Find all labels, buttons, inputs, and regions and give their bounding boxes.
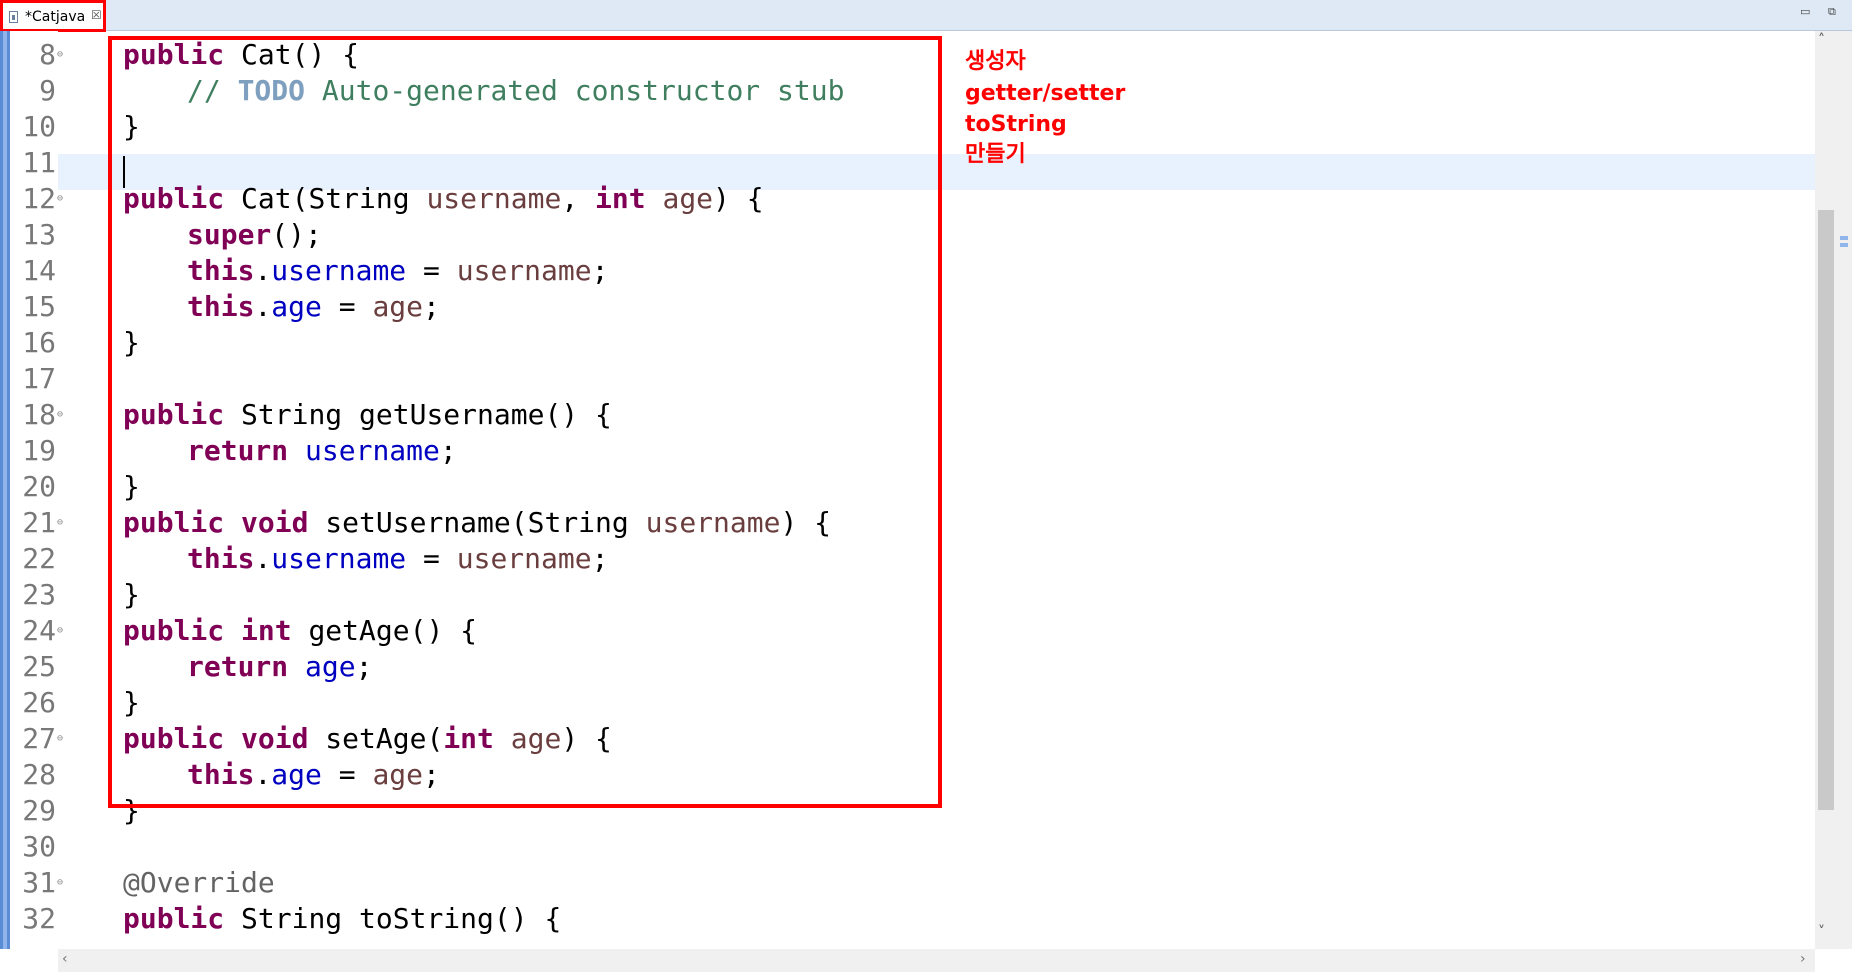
line-number: 25: [22, 650, 56, 683]
vertical-scroll-thumb[interactable]: [1818, 210, 1834, 810]
annotation-note: toString: [965, 112, 1067, 137]
line-number: 24: [22, 614, 56, 647]
line-number: 23: [22, 578, 56, 611]
line-number: 12: [22, 182, 56, 215]
line-number: 15: [22, 290, 56, 323]
line-number: 16: [22, 326, 56, 359]
line-number: 14: [22, 254, 56, 287]
line-number: 29: [22, 794, 56, 827]
line-number-gutter: 8 9 10 11 12 13 14 15 16 17 18 19 20 21 …: [10, 31, 63, 949]
line-number: 18: [22, 398, 56, 431]
scroll-up-icon[interactable]: ˄: [1818, 32, 1825, 48]
line-number: 11: [22, 146, 56, 179]
overview-marker[interactable]: [1840, 236, 1848, 240]
line-number: 30: [22, 830, 56, 863]
line-number: 20: [22, 470, 56, 503]
line-number: 26: [22, 686, 56, 719]
line-number: 22: [22, 542, 56, 575]
scroll-right-icon[interactable]: ›: [1800, 951, 1806, 967]
line-number: 8: [39, 38, 56, 71]
line-number: 9: [39, 74, 56, 107]
line-number: 28: [22, 758, 56, 791]
annotation-note: 생성자: [965, 49, 1026, 74]
maximize-icon[interactable]: ⧉: [1828, 5, 1836, 19]
overview-marker[interactable]: [1840, 243, 1848, 247]
code-line: @Override: [123, 866, 275, 899]
annotation-note: 만들기: [965, 142, 1026, 167]
annotation-note: getter/setter: [965, 81, 1126, 106]
line-number: 13: [22, 218, 56, 251]
code-highlight-box: [108, 36, 942, 808]
scroll-down-icon[interactable]: ˅: [1818, 924, 1825, 940]
horizontal-scrollbar[interactable]: [58, 949, 1815, 972]
line-number: 17: [22, 362, 56, 395]
tab-highlight-box: [0, 0, 106, 32]
line-number: 21: [22, 506, 56, 539]
minimize-icon[interactable]: ▭: [1800, 5, 1810, 18]
left-marker-bar: [0, 31, 10, 949]
code-line: public String toString() {: [123, 902, 562, 935]
line-number: 10: [22, 110, 56, 143]
line-number: 19: [22, 434, 56, 467]
line-number: 32: [22, 902, 56, 935]
line-number: 27: [22, 722, 56, 755]
scroll-left-icon[interactable]: ‹: [62, 951, 68, 967]
line-number: 31: [22, 866, 56, 899]
editor-tab-bar: *Catjava ☒ ▭ ⧉: [0, 0, 1852, 32]
